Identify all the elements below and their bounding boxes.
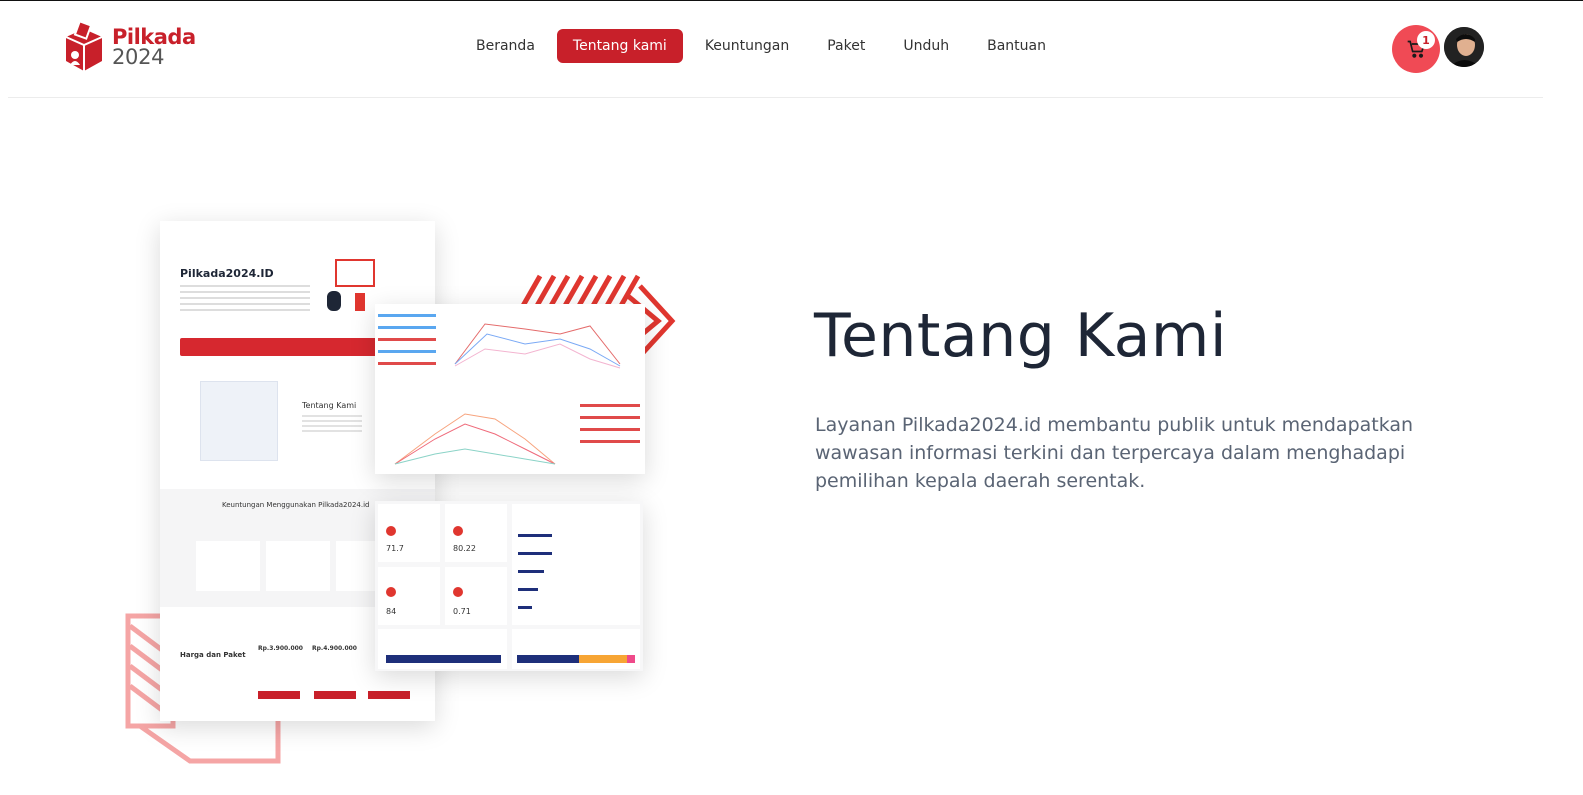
comparison-card <box>512 504 640 625</box>
nav-item-tentang-kami[interactable]: Tentang kami <box>556 29 683 63</box>
nav-item-keuntungan[interactable]: Keuntungan <box>689 29 805 63</box>
mock-price-2: Rp.4.900.000 <box>312 645 357 652</box>
nav-item-unduh[interactable]: Unduh <box>887 29 965 63</box>
mock-price-btn-3 <box>368 691 410 699</box>
stat-value-1: 71.7 <box>386 544 404 553</box>
stat-card-4: 0.71 <box>445 567 507 625</box>
stat-card-1: 71.7 <box>378 504 440 562</box>
mock-about-title: Tentang Kami <box>302 401 357 410</box>
mock-pricing-title: Harga dan Paket <box>180 651 246 659</box>
dashboard-stats-mockup: 71.7 80.22 84 0.71 <box>375 501 643 671</box>
nav-item-beranda[interactable]: Beranda <box>460 29 551 63</box>
mock-price-btn-1 <box>258 691 300 699</box>
about-illustration: Pilkada2024.ID Tentang Kami Keuntungan M… <box>120 216 690 776</box>
stat-value-3: 84 <box>386 607 397 616</box>
stat-value-2: 80.22 <box>453 544 476 553</box>
top-navbar: Pilkada 2024 Beranda Tentang kami Keuntu… <box>0 1 1583 97</box>
dashboard-chart-mockup <box>375 304 645 474</box>
nav-item-bantuan[interactable]: Bantuan <box>971 29 1062 63</box>
cart-count-badge: 1 <box>1417 31 1435 49</box>
mock-line-chart <box>378 314 640 465</box>
bar-card-1 <box>378 629 507 669</box>
brand-name-bottom: 2024 <box>112 44 165 69</box>
mock-about-thumbnail <box>200 381 278 461</box>
mock-about-lines <box>302 415 362 433</box>
bar-card-2 <box>512 629 640 669</box>
stat-card-2: 80.22 <box>445 504 507 562</box>
brand-logo[interactable]: Pilkada 2024 <box>60 21 196 73</box>
mock-benefits-title: Keuntungan Menggunakan Pilkada2024.id <box>222 501 370 509</box>
avatar-photo <box>1444 27 1484 67</box>
mock-price-1: Rp.3.900.000 <box>258 645 303 652</box>
stat-card-3: 84 <box>378 567 440 625</box>
mock-benefit-card-1 <box>196 541 260 591</box>
page-title: Tentang Kami <box>814 301 1228 371</box>
stat-value-4: 0.71 <box>453 607 471 616</box>
nav-item-paket[interactable]: Paket <box>811 29 881 63</box>
cart-button[interactable]: 1 <box>1392 25 1440 73</box>
header-divider <box>8 97 1543 98</box>
mock-benefit-card-2 <box>266 541 330 591</box>
main-nav: Beranda Tentang kami Keuntungan Paket Un… <box>460 29 1068 63</box>
mock-hero-lines <box>180 285 310 311</box>
about-description: Layanan Pilkada2024.id membantu publik u… <box>815 414 1414 492</box>
user-avatar[interactable] <box>1444 27 1484 67</box>
mock-hero-figure <box>325 251 385 311</box>
mock-brand: Pilkada2024.ID <box>180 267 274 280</box>
ballot-box-logo-icon <box>65 21 103 71</box>
mock-price-btn-2 <box>314 691 356 699</box>
